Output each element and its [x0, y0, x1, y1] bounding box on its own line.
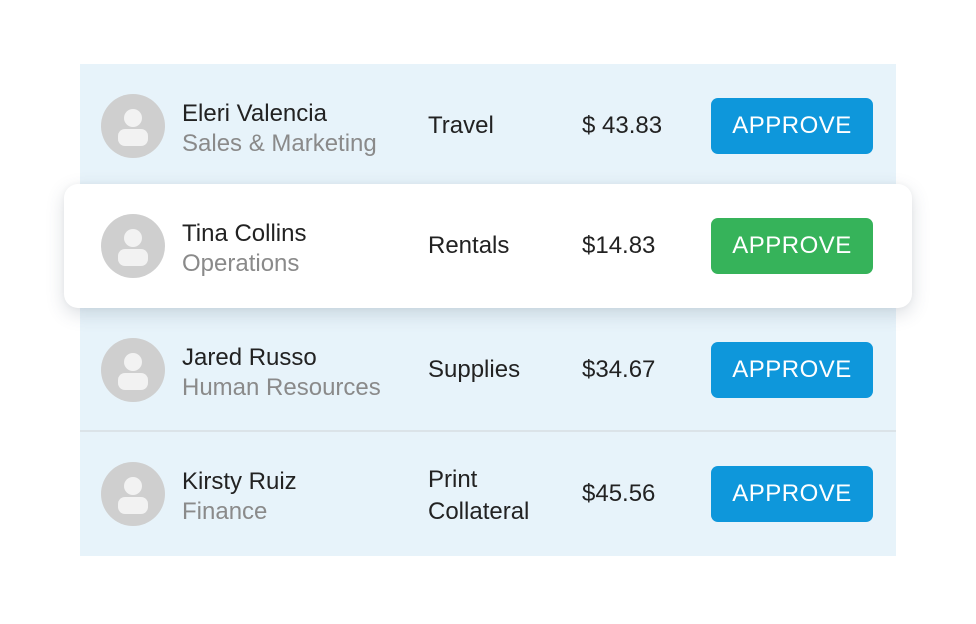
employee-department: Finance [182, 498, 268, 525]
employee-name: Tina Collins [182, 220, 307, 247]
employee-department: Operations [182, 250, 300, 277]
expense-category: Supplies [428, 356, 521, 383]
employee-department: Human Resources [182, 374, 381, 401]
approve-button[interactable]: APPROVE [711, 98, 873, 154]
expense-category-line: Collateral [428, 498, 530, 525]
expense-amount: $34.67 [582, 356, 656, 383]
approve-button[interactable]: APPROVE [711, 466, 873, 522]
employee-name: Eleri Valencia [182, 100, 327, 127]
user-avatar-icon [101, 214, 165, 278]
employee-department: Sales & Marketing [182, 130, 377, 157]
approval-row: Jared Russo Human Resources Supplies $34… [80, 308, 896, 432]
employee-name: Jared Russo [182, 344, 317, 371]
employee-name: Kirsty Ruiz [182, 468, 297, 495]
user-avatar-icon [101, 94, 165, 158]
approve-button[interactable]: APPROVE [711, 218, 873, 274]
approval-row: Eleri Valencia Sales & Marketing Travel … [80, 64, 896, 188]
expense-category: Travel [428, 112, 494, 139]
expense-amount: $45.56 [582, 480, 656, 507]
expense-amount: $ 43.83 [582, 112, 663, 139]
expense-category: Rentals [428, 232, 510, 259]
approval-row-highlighted: Tina Collins Operations Rentals $14.83 A… [64, 184, 912, 308]
expense-category-line: Print [428, 466, 478, 493]
user-avatar-icon [101, 338, 165, 402]
approval-row: Kirsty Ruiz Finance Print Collateral $45… [80, 432, 896, 556]
user-avatar-icon [101, 462, 165, 526]
approve-button[interactable]: APPROVE [711, 342, 873, 398]
expense-amount: $14.83 [582, 232, 656, 259]
expense-category: Print Collateral [428, 464, 529, 528]
